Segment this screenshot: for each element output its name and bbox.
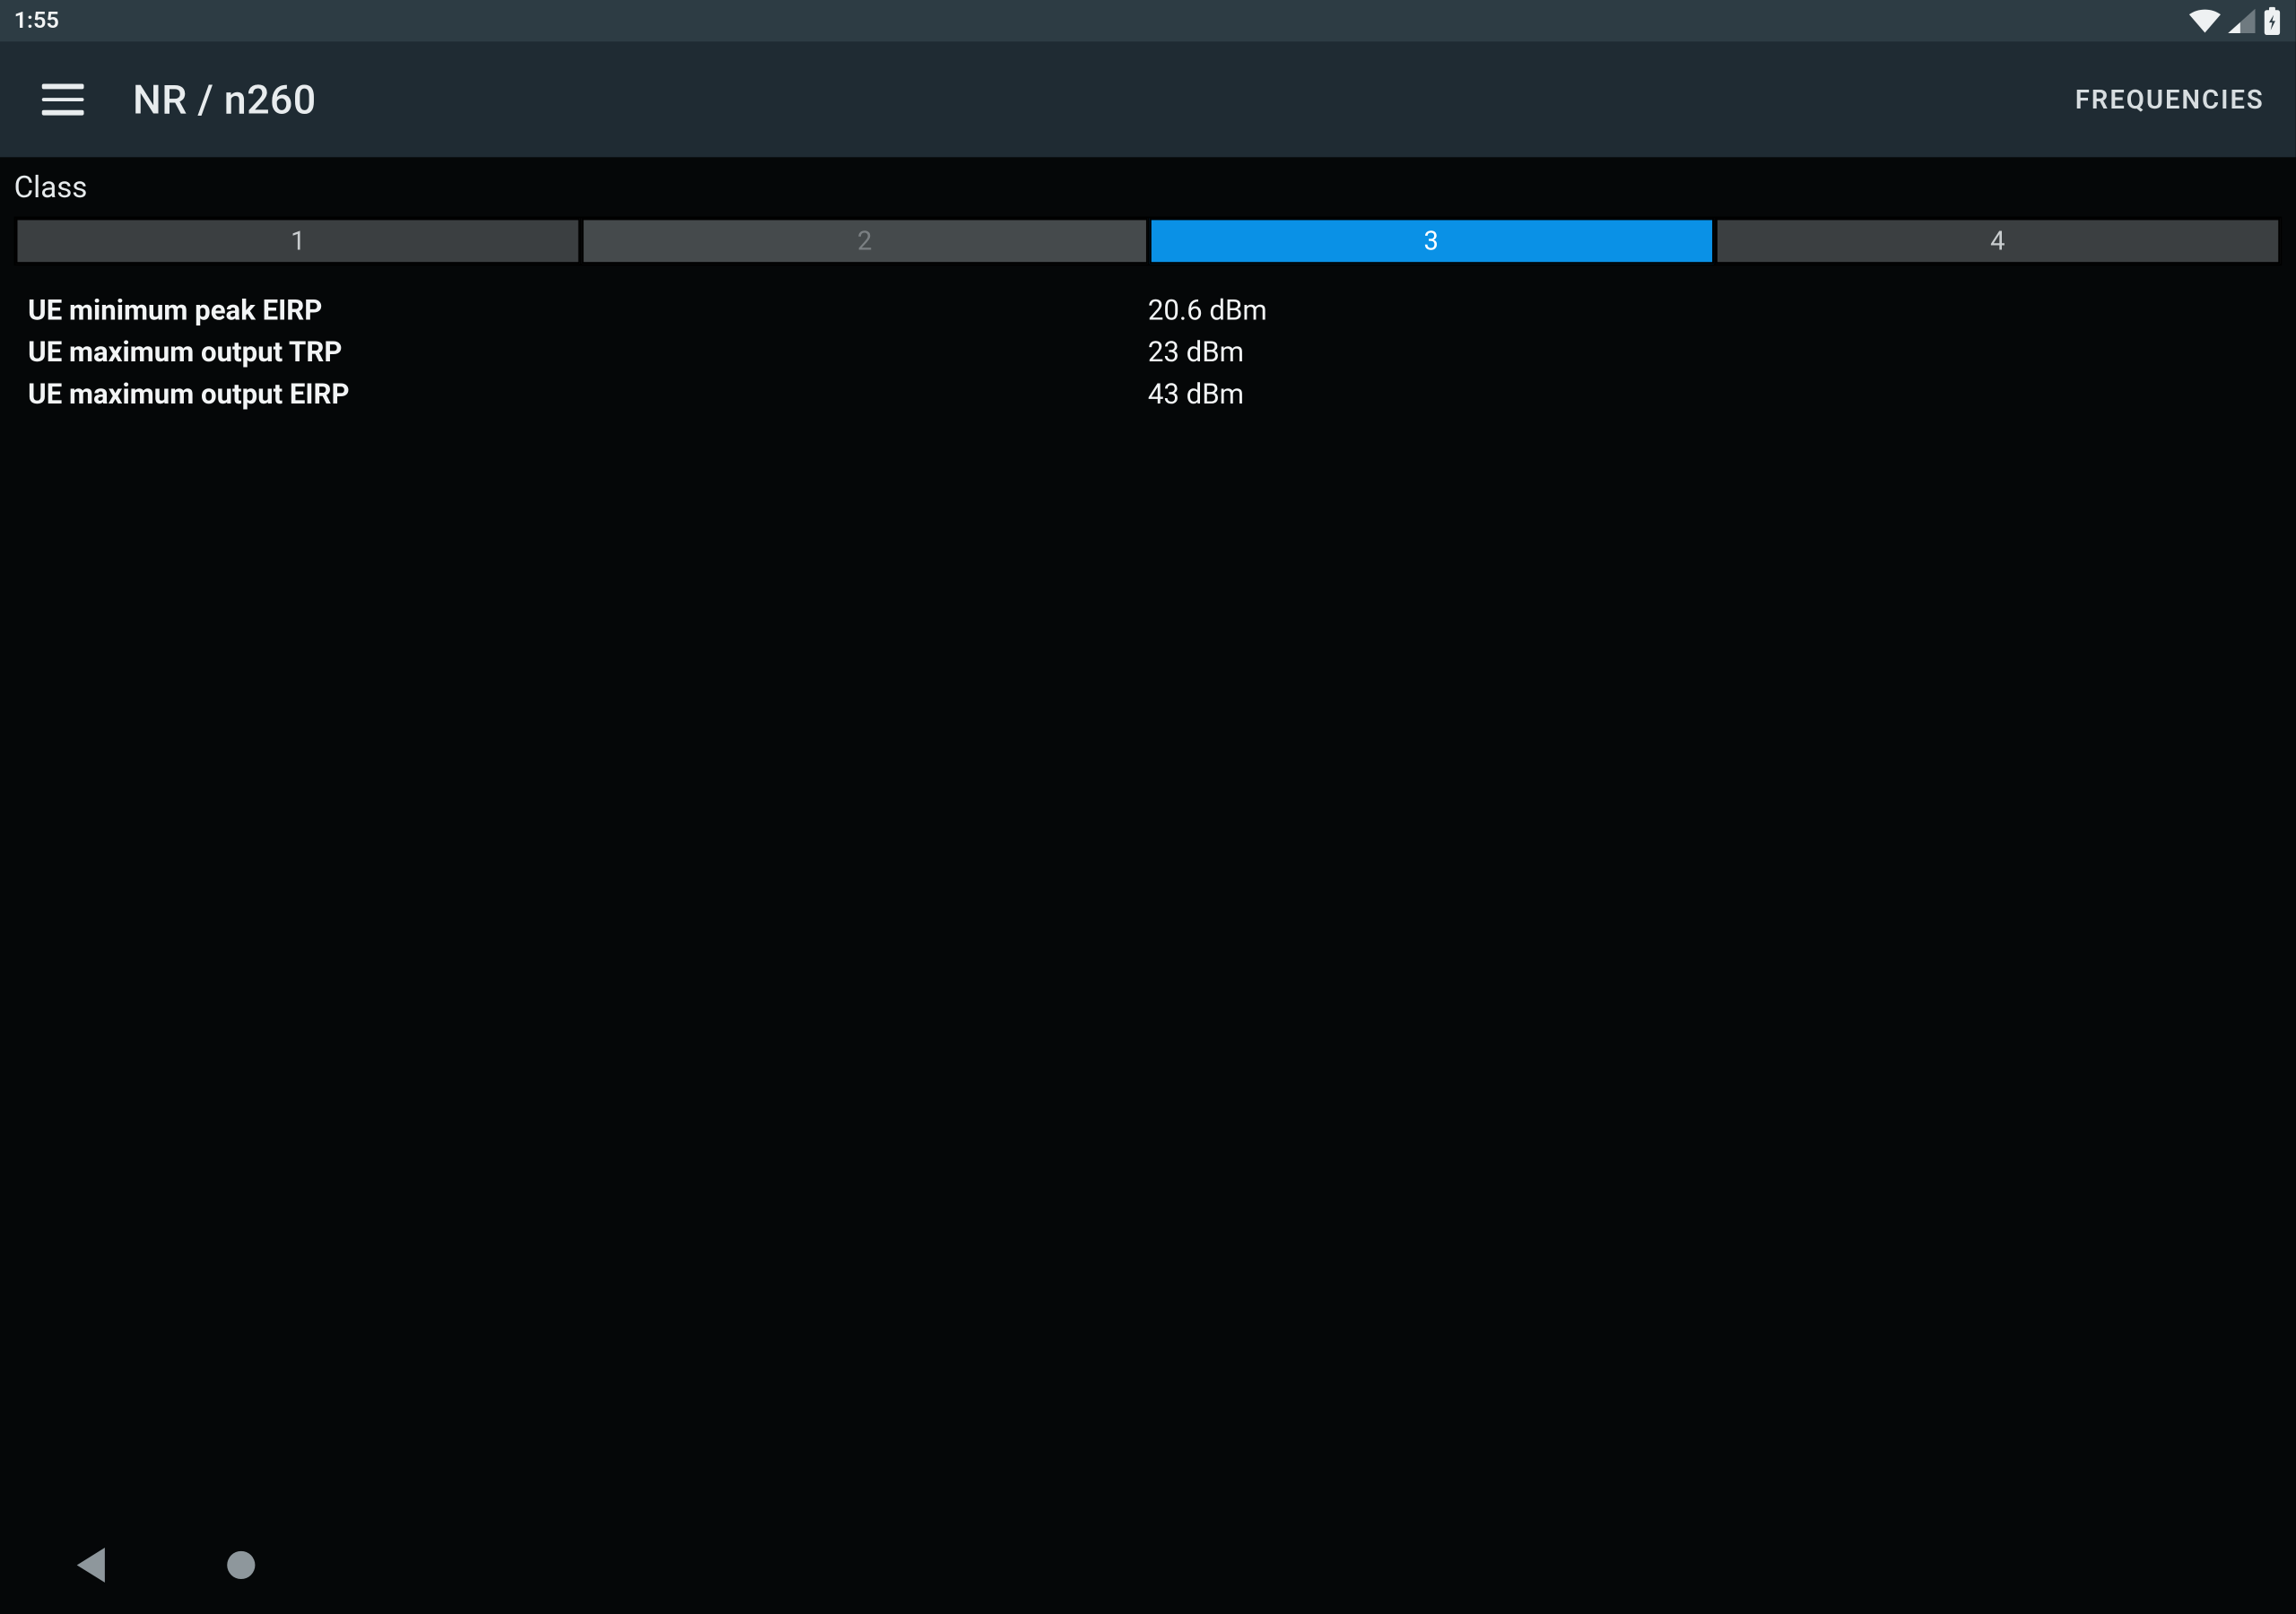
table-row: UE minimum peak EIRP 20.6 dBm [14,290,2283,332]
home-icon[interactable] [227,1551,255,1579]
content-area: Class 1 2 3 4 UE minimum peak EIRP 20.6 … [0,157,2296,415]
cellular-icon [2228,9,2256,33]
system-nav-bar [0,1516,2296,1614]
menu-icon[interactable] [42,75,91,125]
class-segmented-control: 1 2 3 4 [14,217,2283,266]
wifi-icon [2189,9,2221,33]
frequencies-button[interactable]: FREQUENCIES [2065,66,2274,133]
spec-key: UE minimum peak EIRP [14,290,1148,332]
class-label: Class [14,168,2283,217]
spec-value: 20.6 dBm [1148,290,2282,332]
spec-key: UE maximum output EIRP [14,374,1148,416]
table-row: UE maximum output TRP 23 dBm [14,332,2283,374]
class-tab-4[interactable]: 4 [1716,219,2281,265]
back-icon[interactable] [77,1548,105,1583]
spec-key: UE maximum output TRP [14,332,1148,374]
class-tab-2: 2 [582,219,1147,265]
class-tab-1[interactable]: 1 [16,219,581,265]
status-bar: 1:55 [0,0,2296,42]
status-time: 1:55 [14,8,59,34]
app-bar: NR / n260 FREQUENCIES [0,42,2296,158]
table-row: UE maximum output EIRP 43 dBm [14,374,2283,416]
class-tab-3[interactable]: 3 [1149,219,1714,265]
spec-value: 43 dBm [1148,374,2282,416]
status-icons [2189,7,2282,35]
battery-icon [2263,7,2282,35]
spec-value: 23 dBm [1148,332,2282,374]
spec-table: UE minimum peak EIRP 20.6 dBm UE maximum… [14,290,2283,415]
page-title: NR / n260 [133,76,317,124]
